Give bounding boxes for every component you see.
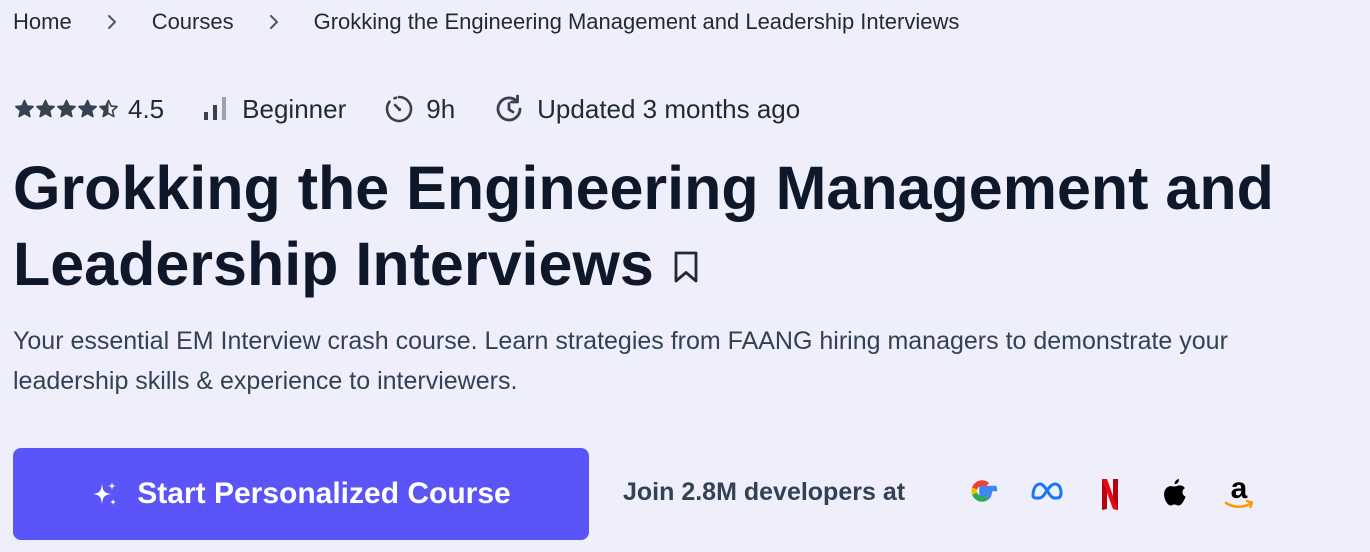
start-personalized-course-button[interactable]: Start Personalized Course <box>13 448 589 540</box>
level: Beginner <box>202 94 346 125</box>
bookmark-icon[interactable] <box>672 225 700 301</box>
google-logo-icon <box>971 480 998 502</box>
apple-logo-icon <box>1164 479 1186 506</box>
star-icon <box>36 99 55 118</box>
breadcrumb-current-course: Grokking the Engineering Management and … <box>313 9 960 34</box>
level-label: Beginner <box>242 93 347 124</box>
breadcrumb-home-link[interactable]: Home <box>13 9 72 35</box>
course-title-text: Grokking the Engineering Management and … <box>13 154 1274 298</box>
netflix-logo-icon <box>1102 479 1118 510</box>
star-icon <box>99 99 118 118</box>
amazon-logo-icon: a <box>1224 476 1254 509</box>
rating: 4.5 <box>14 94 164 125</box>
last-updated: Updated 3 months ago <box>493 93 800 125</box>
duration: 9h <box>384 94 455 125</box>
breadcrumb: Home Courses Grokking the Engineering Ma… <box>13 9 959 35</box>
updated-label: Updated 3 months ago <box>537 93 801 124</box>
meta-logo-icon <box>1031 482 1063 500</box>
update-clock-icon <box>493 93 525 125</box>
star-icon <box>57 99 76 118</box>
signal-bars-icon <box>202 97 228 121</box>
course-description: Your essential EM Interview crash course… <box>13 327 1228 395</box>
chevron-right-icon <box>234 14 314 30</box>
social-proof-text: Join 2.8M developers at <box>623 478 906 506</box>
breadcrumb-courses-link[interactable]: Courses <box>152 9 234 35</box>
cta-label: Start Personalized Course <box>137 477 511 510</box>
star-icon <box>78 99 97 118</box>
star-icon <box>15 99 34 118</box>
duration-value: 9h <box>426 93 456 124</box>
course-meta: 4.5 Beginner 9h Updated 3 months ago <box>14 92 838 126</box>
chevron-right-icon <box>72 14 152 30</box>
rating-value: 4.5 <box>128 93 165 124</box>
sparkles-icon <box>91 480 119 508</box>
stopwatch-icon <box>384 94 414 124</box>
star-rating-icon <box>14 99 119 119</box>
svg-text:a: a <box>1231 476 1248 505</box>
course-title: Grokking the Engineering Management and … <box>13 150 1363 307</box>
